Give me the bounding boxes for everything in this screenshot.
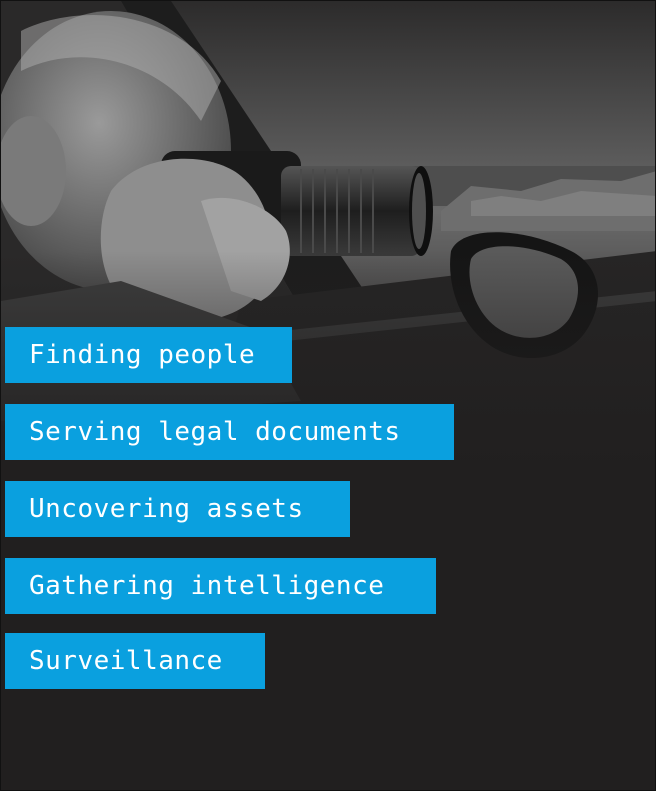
services-panel: Finding people Serving legal documents U… xyxy=(0,0,656,791)
service-uncovering-assets[interactable]: Uncovering assets xyxy=(5,481,350,537)
photographer-in-car-image xyxy=(1,1,655,471)
service-surveillance[interactable]: Surveillance xyxy=(5,633,265,689)
service-serving-legal-documents[interactable]: Serving legal documents xyxy=(5,404,454,460)
service-gathering-intelligence[interactable]: Gathering intelligence xyxy=(5,558,436,614)
service-finding-people[interactable]: Finding people xyxy=(5,327,292,383)
